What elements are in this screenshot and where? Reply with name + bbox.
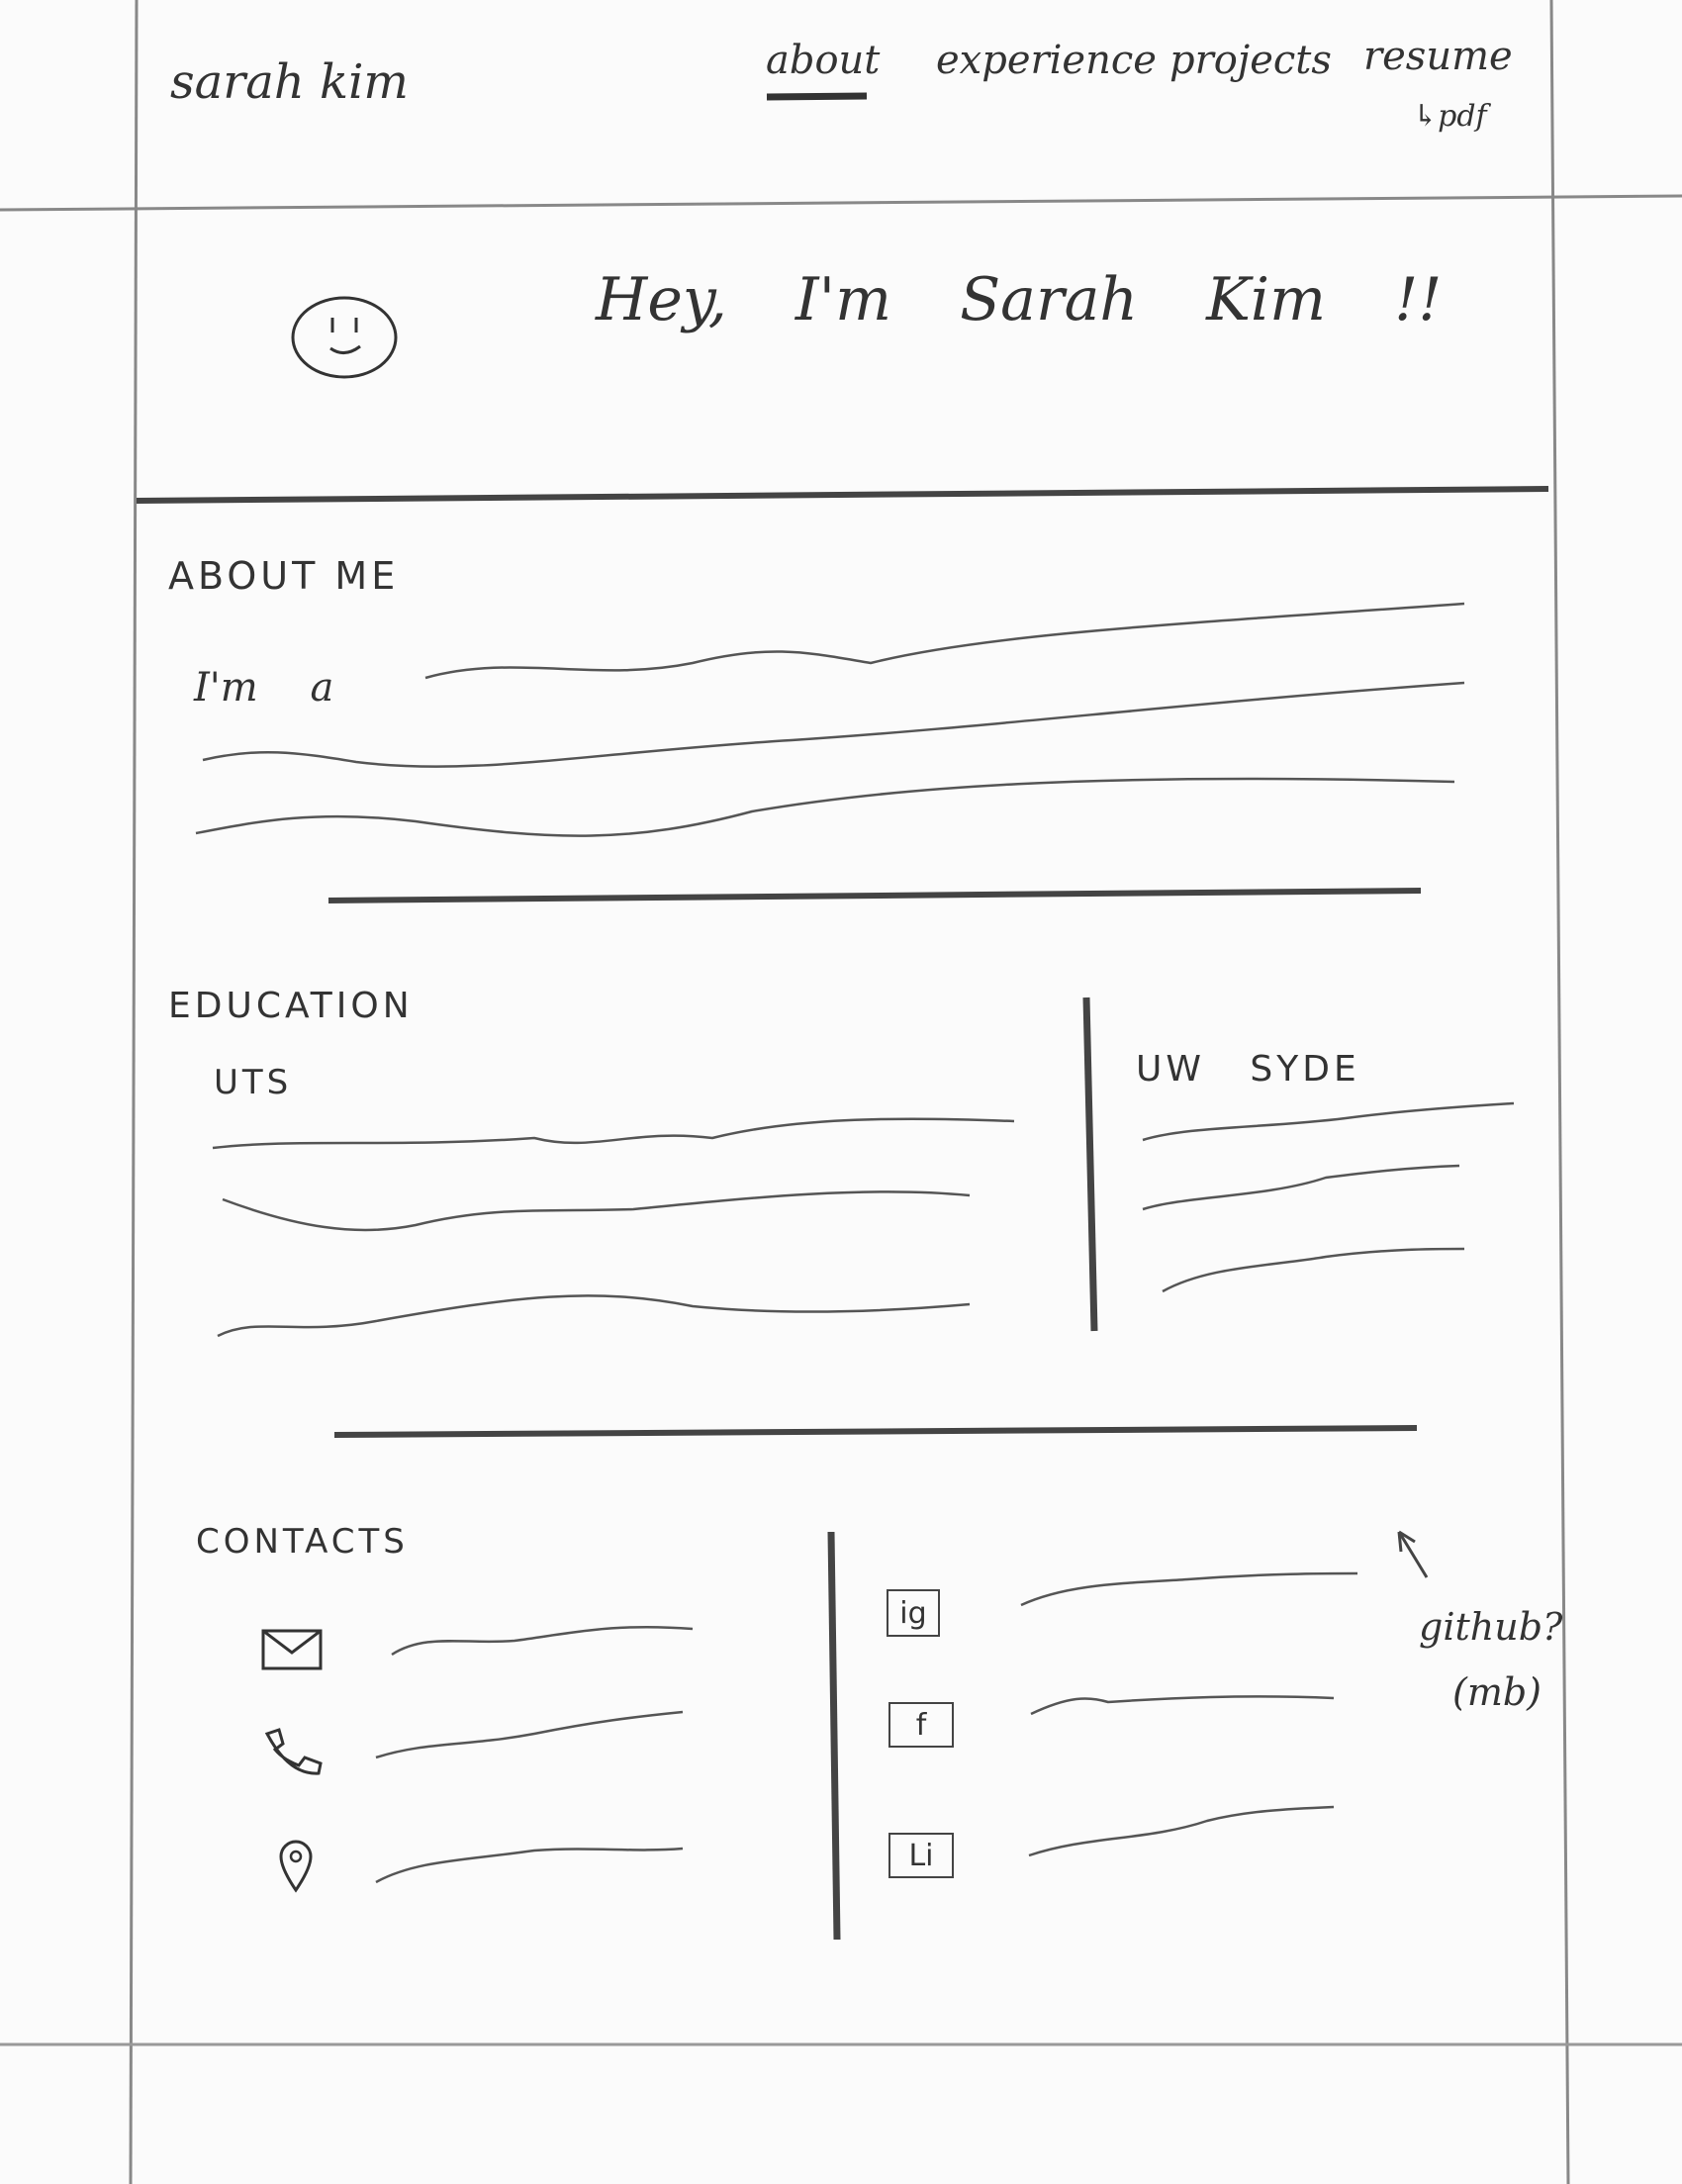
github-annotation: github? bbox=[1419, 1605, 1563, 1649]
sketch-page: sarah kim about experience projects resu… bbox=[0, 0, 1682, 2184]
contacts-placeholder-text bbox=[375, 1530, 1429, 1941]
github-annotation-note: (mb) bbox=[1452, 1670, 1542, 1714]
